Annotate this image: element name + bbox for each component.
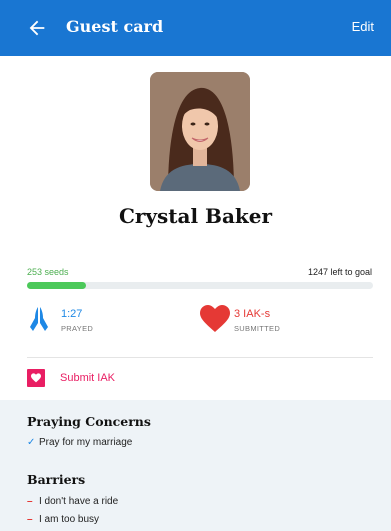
edit-button[interactable]: Edit [352, 19, 374, 34]
list-item: – I am too busy [27, 514, 100, 525]
guest-photo [150, 72, 250, 191]
check-icon: ✓ [27, 437, 36, 448]
seeds-count: 253 seeds [27, 267, 69, 277]
barriers-title: Barriers [27, 472, 86, 487]
prayed-value: 1:27 [61, 308, 83, 320]
list-item: – I don't have a ride [27, 496, 119, 507]
heart-icon [200, 305, 230, 332]
prayed-stat: 1:27 PRAYED [27, 305, 147, 341]
seeds-progress-fill [27, 282, 86, 289]
page-title: Guest card [66, 17, 164, 36]
guest-name: Crystal Baker [118, 204, 273, 228]
app-bar: Guest card Edit [0, 0, 391, 56]
seeds-left-to-goal: 1247 left to goal [307, 267, 372, 277]
dash-icon: – [27, 514, 33, 525]
divider [27, 357, 373, 358]
concerns-panel: Praying Concerns ✓ Pray for my marriage B… [0, 400, 391, 531]
heart-box-icon [27, 369, 45, 387]
iak-value: 3 IAK-s [234, 308, 271, 320]
back-arrow-icon[interactable] [26, 17, 48, 39]
submit-iak-label: Submit IAK [60, 372, 116, 384]
praying-concerns-title: Praying Concerns [27, 414, 151, 429]
praying-hands-icon [30, 307, 48, 331]
prayed-label: PRAYED [61, 324, 94, 333]
iak-stat: 3 IAK-s SUBMITTED [200, 305, 340, 341]
list-item: ✓ Pray for my marriage [27, 437, 133, 448]
dash-icon: – [27, 496, 33, 507]
iak-label: SUBMITTED [234, 324, 281, 333]
seeds-progress-bar [27, 282, 373, 289]
